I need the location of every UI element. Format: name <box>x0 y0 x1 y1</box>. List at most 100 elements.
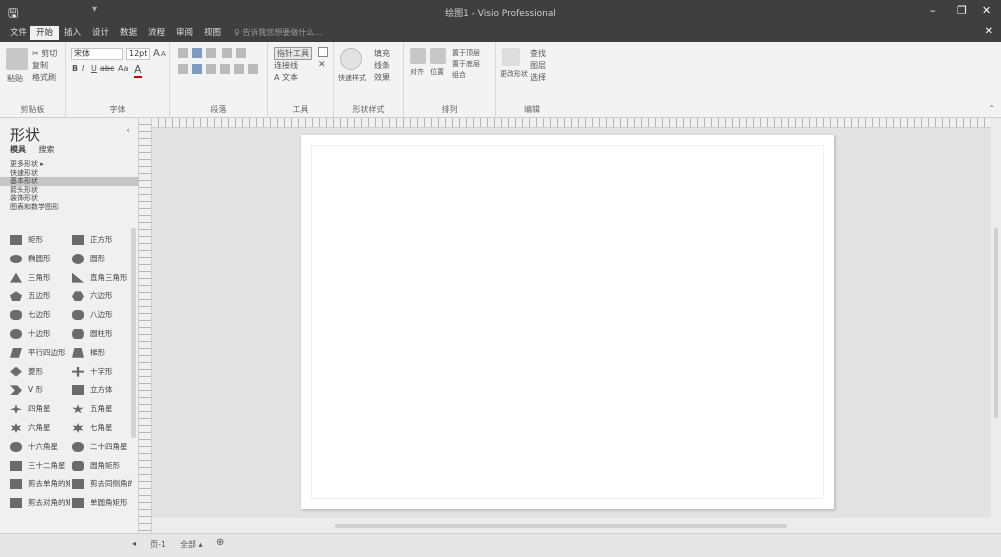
shape-item-right-triangle[interactable]: 直角三角形 <box>72 271 132 285</box>
align-bottom-icon[interactable] <box>206 48 218 58</box>
grow-font-button[interactable]: A <box>153 48 160 59</box>
shape-item-circle[interactable]: 圆形 <box>72 252 132 266</box>
bullets-icon[interactable] <box>222 48 234 58</box>
align-top-icon[interactable] <box>178 48 190 58</box>
shape-item-cross[interactable]: 十字形 <box>72 365 132 379</box>
tab-stencils[interactable]: 模具 <box>10 145 26 154</box>
horizontal-scrollbar[interactable] <box>152 518 991 533</box>
shape-item-trapezoid[interactable]: 梯形 <box>72 346 132 360</box>
align-center-icon[interactable] <box>192 64 204 74</box>
stencil-more-shapes[interactable]: 更多形状 ▸ <box>0 160 139 169</box>
drawing-page[interactable] <box>301 135 834 509</box>
shape-item-rect[interactable]: 矩形 <box>10 233 70 247</box>
rectangle-tool-icon[interactable] <box>318 47 330 57</box>
paste-button[interactable] <box>6 48 30 70</box>
shape-item-diamond[interactable]: 菱形 <box>10 365 70 379</box>
drawing-canvas[interactable] <box>152 128 991 518</box>
format-painter-button[interactable]: 格式刷 <box>32 72 56 83</box>
quick-styles-icon[interactable] <box>340 48 364 70</box>
shape-item-snip-same[interactable]: 剪去同侧角的矩形 <box>72 477 132 491</box>
shape-item-star7[interactable]: 七角星 <box>72 421 132 435</box>
tab-home[interactable]: 开始 <box>30 26 60 40</box>
tab-data[interactable]: 数据 <box>114 26 143 40</box>
close-document-icon[interactable]: ✕ <box>985 26 993 37</box>
tab-process[interactable]: 流程 <box>142 26 171 40</box>
collapse-pane-icon[interactable]: ‹ <box>126 126 130 136</box>
shape-item-rounded-rect[interactable]: 圆角矩形 <box>72 459 132 473</box>
shape-item-cube[interactable]: 立方体 <box>72 383 132 397</box>
quick-styles-button[interactable]: 快速样式 <box>338 73 366 83</box>
tab-review[interactable]: 审阅 <box>170 26 199 40</box>
prev-page-icon[interactable]: ◂ <box>132 539 136 548</box>
shape-item-cylinder[interactable]: 圆柱形 <box>72 327 132 341</box>
shape-item-parallelogram[interactable]: 平行四边形 <box>10 346 70 360</box>
shapes-scrollbar[interactable] <box>131 228 136 438</box>
change-shape-icon[interactable] <box>502 48 522 66</box>
close-button[interactable]: ✕ <box>982 4 991 17</box>
minimize-button[interactable]: – <box>930 4 936 17</box>
strikethrough-button[interactable]: abc <box>100 64 114 73</box>
group-button[interactable]: 组合 <box>452 70 466 80</box>
shrink-font-button[interactable]: A <box>161 50 166 58</box>
stencil-arrow-shapes[interactable]: 箭头形状 <box>0 186 139 195</box>
line-button[interactable]: 线条 <box>374 60 390 71</box>
vertical-scroll-thumb[interactable] <box>994 228 998 418</box>
increase-indent-icon[interactable] <box>248 64 260 74</box>
text-tool-button[interactable]: A 文本 <box>274 72 298 83</box>
connector-tool-button[interactable]: 连接线 <box>274 60 298 71</box>
pointer-tool-button[interactable]: 指针工具 <box>274 47 312 60</box>
effects-button[interactable]: 效果 <box>374 72 390 83</box>
shape-item-octagon[interactable]: 八边形 <box>72 308 132 322</box>
all-pages-button[interactable]: 全部 ▴ <box>180 539 203 550</box>
underline-button[interactable]: U <box>91 64 97 73</box>
restore-button[interactable]: ❐ <box>957 4 967 17</box>
tell-me-input[interactable]: ♀ 告诉我您想要做什么… <box>234 26 322 40</box>
shape-item-star16[interactable]: 十六角星 <box>10 440 70 454</box>
position-button[interactable]: 位置 <box>430 67 444 77</box>
shape-item-triangle[interactable]: 三角形 <box>10 271 70 285</box>
horizontal-scroll-thumb[interactable] <box>335 524 787 528</box>
send-backward-button[interactable]: 置于底层 <box>452 59 480 69</box>
justify-icon[interactable] <box>220 64 232 74</box>
align-middle-icon[interactable] <box>192 48 204 58</box>
shape-item-square[interactable]: 正方形 <box>72 233 132 247</box>
page-tab-1[interactable]: 页-1 <box>150 539 166 550</box>
stencil-quick-shapes[interactable]: 快速形状 <box>0 169 139 178</box>
shape-item-decagon[interactable]: 十边形 <box>10 327 70 341</box>
shape-item-star24[interactable]: 二十四角星 <box>72 440 132 454</box>
shape-item-snip-rect[interactable]: 剪去单角的矩形 <box>10 477 70 491</box>
italic-button[interactable]: I <box>82 64 84 73</box>
shape-item-hexagon[interactable]: 六边形 <box>72 289 132 303</box>
shape-item-snip-diag[interactable]: 剪去对角的矩形 <box>10 496 70 510</box>
select-button[interactable]: 选择 <box>530 72 546 83</box>
layers-button[interactable]: 图层 <box>530 60 546 71</box>
add-page-icon[interactable]: ⊕ <box>216 537 224 548</box>
decrease-indent-icon[interactable] <box>234 64 246 74</box>
align-left-icon[interactable] <box>178 64 190 74</box>
stencil-graph-math-shapes[interactable]: 图表和数学图形 <box>0 203 139 212</box>
align-right-icon[interactable] <box>206 64 218 74</box>
stencil-decorative-shapes[interactable]: 装饰形状 <box>0 194 139 203</box>
shape-item-pentagon[interactable]: 五边形 <box>10 289 70 303</box>
fill-button[interactable]: 填充 <box>374 48 390 59</box>
tab-insert[interactable]: 插入 <box>58 26 87 40</box>
tab-file[interactable]: 文件 <box>4 26 33 40</box>
font-family-select[interactable]: 宋体 <box>71 48 123 60</box>
shape-item-heptagon[interactable]: 七边形 <box>10 308 70 322</box>
shape-item-star32[interactable]: 三十二角星 <box>10 459 70 473</box>
shape-item-star5[interactable]: 五角星 <box>72 402 132 416</box>
vertical-scrollbar[interactable] <box>991 118 1001 533</box>
collapse-ribbon-icon[interactable]: ⌃ <box>988 104 995 113</box>
close-tool-icon[interactable]: ✕ <box>318 60 326 70</box>
stencil-basic-shapes[interactable]: 基本形状 <box>0 177 139 186</box>
text-direction-icon[interactable] <box>236 48 248 58</box>
shape-item-round-one[interactable]: 单圆角矩形 <box>72 496 132 510</box>
bold-button[interactable]: B <box>72 64 78 73</box>
shape-item-star6[interactable]: 六角星 <box>10 421 70 435</box>
align-button[interactable]: 对齐 <box>410 67 424 77</box>
shape-item-chevron[interactable]: V 形 <box>10 383 70 397</box>
find-button[interactable]: 查找 <box>530 48 546 59</box>
tab-view[interactable]: 视图 <box>198 26 227 40</box>
shape-item-star4[interactable]: 四角星 <box>10 402 70 416</box>
tab-design[interactable]: 设计 <box>86 26 115 40</box>
